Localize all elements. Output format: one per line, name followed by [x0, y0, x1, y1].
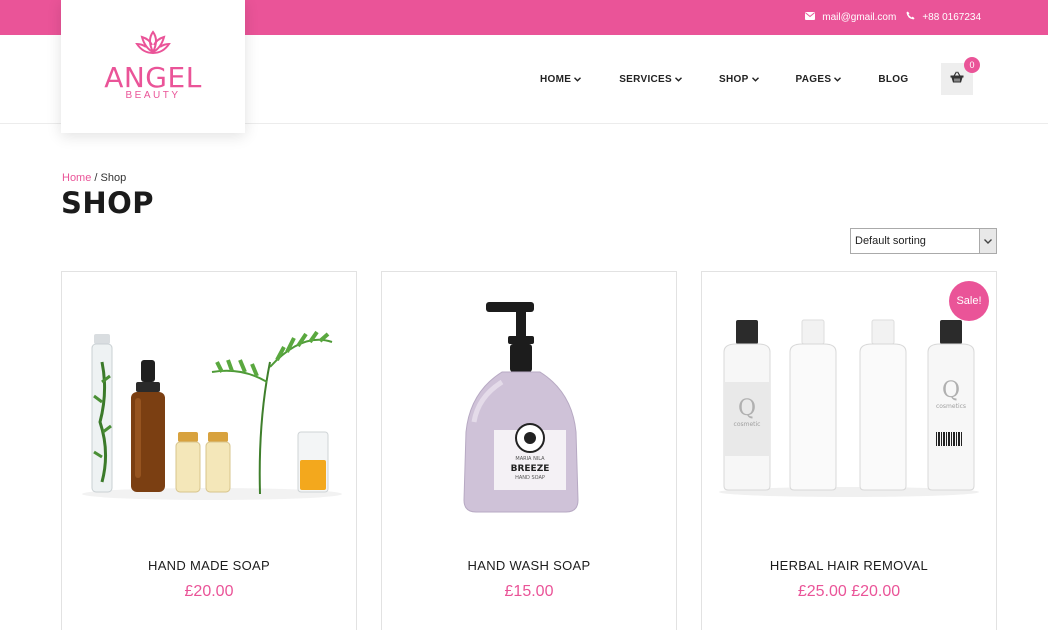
cart-button[interactable]: 0 [941, 57, 980, 95]
chevron-down-icon [574, 75, 582, 84]
sorting-select[interactable]: Default sorting [850, 228, 997, 254]
sale-badge: Sale! [949, 281, 989, 321]
phone-text: +88 0167234 [922, 11, 981, 23]
svg-text:Q: Q [942, 378, 960, 403]
svg-text:cosmetic: cosmetic [734, 421, 761, 428]
nav-blog[interactable]: BLOG [878, 74, 908, 85]
product-name[interactable]: HAND MADE SOAP [62, 558, 356, 573]
nav-pages[interactable]: PAGES [796, 74, 842, 85]
svg-text:HAND SOAP: HAND SOAP [515, 475, 545, 481]
chevron-down-icon [675, 75, 682, 84]
svg-text:Q: Q [738, 396, 756, 421]
shopping-basket-icon [950, 70, 964, 88]
product-price: £25.00 £20.00 [797, 583, 901, 600]
cart-count-badge: 0 [964, 57, 980, 73]
breadcrumb-home-link[interactable]: Home [62, 172, 91, 184]
svg-text:MARIA NILA: MARIA NILA [515, 456, 545, 462]
lotus-icon [135, 30, 171, 61]
nav-pages-label: PAGES [795, 74, 832, 85]
svg-text:cosmetics: cosmetics [936, 403, 966, 410]
nav-shop-label: SHOP [719, 74, 749, 85]
product-card[interactable]: Q cosmetic Q cosmetics Sale! HERBAL HAIR… [701, 271, 997, 630]
chevron-down-icon [751, 75, 759, 84]
logo[interactable]: ANGEL BEAUTY [61, 0, 245, 133]
product-image-hand-wash-soap[interactable]: MARIA NILA BREEZE HAND SOAP [382, 272, 676, 530]
nav-blog-label: BLOG [878, 74, 909, 85]
chevron-down-icon [834, 75, 842, 84]
product-card[interactable]: HAND MADE SOAP £20.00 [61, 271, 357, 630]
nav-services-label: SERVICES [619, 74, 672, 85]
page-title: SHOP [61, 186, 155, 220]
nav-services[interactable]: SERVICES [619, 74, 682, 85]
product-name[interactable]: HERBAL HAIR REMOVAL [702, 558, 996, 573]
phone-contact[interactable]: +88 0167234 [906, 11, 981, 23]
breadcrumb-separator: / [91, 172, 101, 184]
svg-text:BREEZE: BREEZE [511, 464, 550, 474]
product-price: £15.00 [504, 583, 554, 600]
logo-tagline: BEAUTY [125, 90, 181, 101]
product-price: £20.00 [184, 583, 234, 600]
phone-icon [906, 11, 915, 23]
product-image-hand-made-soap[interactable] [62, 272, 356, 530]
contact-info: mail@gmail.com +88 0167234 [805, 11, 981, 23]
product-card[interactable]: MARIA NILA BREEZE HAND SOAP HAND WASH SO… [381, 271, 677, 630]
chevron-down-icon[interactable] [979, 229, 996, 253]
nav-shop[interactable]: SHOP [719, 74, 759, 85]
sorting-selected-value: Default sorting [855, 235, 926, 247]
email-contact[interactable]: mail@gmail.com [805, 11, 897, 23]
nav-home[interactable]: HOME [540, 74, 582, 85]
breadcrumb: Home / Shop [62, 172, 126, 184]
email-text: mail@gmail.com [822, 11, 897, 23]
main-nav: HOME SERVICES SHOP PAGES BLOG [540, 74, 908, 85]
nav-home-label: HOME [540, 74, 572, 85]
product-name[interactable]: HAND WASH SOAP [382, 558, 676, 573]
envelope-icon [805, 11, 816, 23]
breadcrumb-current: Shop [100, 172, 127, 184]
